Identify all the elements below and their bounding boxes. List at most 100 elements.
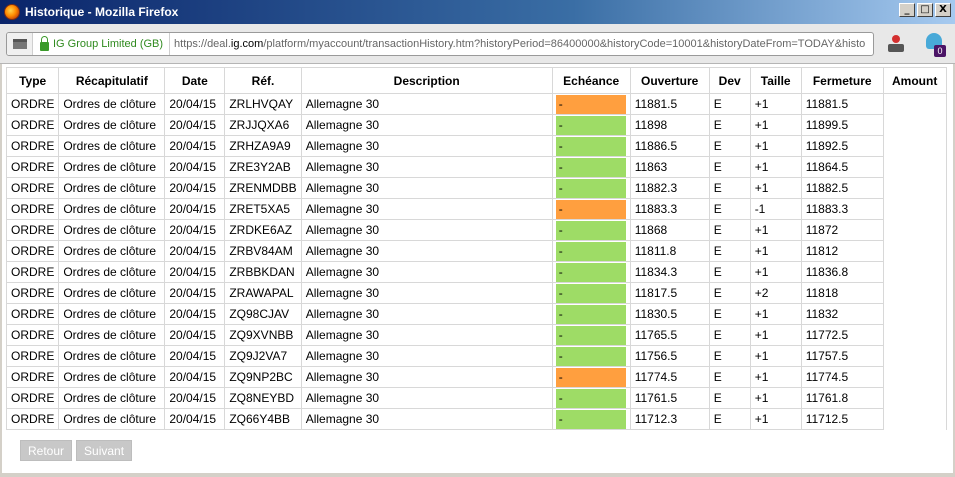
cell-recap: Ordres de clôture xyxy=(58,303,166,325)
cell-ref: ZRBBKDAN xyxy=(224,261,302,283)
echeance-value: - xyxy=(555,220,626,240)
column-header: Fermeture xyxy=(800,67,884,94)
cell-taille: +1 xyxy=(749,114,802,136)
table-row: ORDRE Ordres de clôture 20/04/15 ZRHZA9A9 Al… xyxy=(5,135,947,157)
cell-recap: Ordres de clôture xyxy=(58,366,166,388)
echeance-status-cell: - xyxy=(551,177,631,199)
cell-amount xyxy=(882,408,947,430)
cell-recap: Ordres de clôture xyxy=(58,345,166,367)
column-header: Récapitulatif xyxy=(58,67,166,94)
cell-amount xyxy=(882,240,947,262)
previous-button[interactable]: Retour xyxy=(20,440,73,461)
cell-ouv: 11898 xyxy=(629,114,710,136)
addon-dot-icon xyxy=(892,35,900,43)
cell-date: 20/04/15 xyxy=(164,282,226,304)
table-row: ORDRE Ordres de clôture 20/04/15 ZRET5XA5 Al… xyxy=(5,198,947,220)
table-row: ORDRE Ordres de clôture 20/04/15 ZRDKE6AZ Al… xyxy=(5,219,947,241)
cell-dev: E xyxy=(708,177,751,199)
echeance-value: - xyxy=(555,115,626,135)
echeance-status-cell: - xyxy=(551,345,631,367)
cell-date: 20/04/15 xyxy=(164,261,226,283)
table-row: ORDRE Ordres de clôture 20/04/15 ZRJJQXA6 Al… xyxy=(5,114,947,136)
cell-ferm: 11872 xyxy=(800,219,884,241)
echeance-value: - xyxy=(555,157,626,177)
site-identity[interactable]: IG Group Limited (GB) xyxy=(53,33,171,55)
cell-amount xyxy=(882,366,947,388)
cell-amount xyxy=(882,114,947,136)
column-header: Date xyxy=(164,67,226,94)
cell-date: 20/04/15 xyxy=(164,408,226,430)
echeance-value: - xyxy=(555,241,626,261)
cell-dev: E xyxy=(708,219,751,241)
cell-recap: Ordres de clôture xyxy=(58,198,166,220)
cell-recap: Ordres de clôture xyxy=(58,387,166,409)
cell-ferm: 11864.5 xyxy=(800,156,884,178)
cell-ref: ZRET5XA5 xyxy=(224,198,302,220)
cell-desc: Allemagne 30 xyxy=(300,345,553,367)
window-bottom-border xyxy=(0,473,955,477)
cell-ouv: 11882.3 xyxy=(629,177,710,199)
ghostery-button[interactable]: 0 xyxy=(924,33,946,57)
maximize-button[interactable]: □ xyxy=(917,3,933,17)
cell-ouv: 11883.3 xyxy=(629,198,710,220)
cell-taille: +1 xyxy=(749,303,802,325)
cell-dev: E xyxy=(708,198,751,220)
cell-dev: E xyxy=(708,387,751,409)
cell-taille: +1 xyxy=(749,156,802,178)
cell-date: 20/04/15 xyxy=(164,324,226,346)
table-row: ORDRE Ordres de clôture 20/04/15 ZQ66Y4BB Al… xyxy=(5,408,947,430)
cell-type: ORDRE xyxy=(5,135,60,157)
echeance-status-cell: - xyxy=(551,324,631,346)
echeance-status-cell: - xyxy=(551,93,631,115)
column-header: Dev xyxy=(708,67,751,94)
page-info-button[interactable] xyxy=(7,33,33,55)
cell-amount xyxy=(882,177,947,199)
firefox-icon xyxy=(4,4,20,20)
cell-date: 20/04/15 xyxy=(164,198,226,220)
cell-type: ORDRE xyxy=(5,156,60,178)
pagination: Retour Suivant xyxy=(20,440,133,461)
cell-taille: +1 xyxy=(749,219,802,241)
cell-date: 20/04/15 xyxy=(164,156,226,178)
cell-ferm: 11757.5 xyxy=(800,345,884,367)
minimize-button[interactable]: _ xyxy=(899,3,915,17)
next-button[interactable]: Suivant xyxy=(76,440,133,461)
cell-dev: E xyxy=(708,114,751,136)
cell-ouv: 11712.3 xyxy=(629,408,710,430)
cell-desc: Allemagne 30 xyxy=(300,240,553,262)
echeance-value: - xyxy=(555,304,626,324)
column-header: Taille xyxy=(749,67,802,94)
cell-date: 20/04/15 xyxy=(164,240,226,262)
url-text[interactable]: https://deal.ig.com/platform/myaccount/t… xyxy=(170,38,865,50)
transaction-history-table: Type Récapitulatif Date Réf. Description Eché… xyxy=(5,67,947,430)
cell-ouv: 11756.5 xyxy=(629,345,710,367)
cell-desc: Allemagne 30 xyxy=(300,135,553,157)
lock-icon xyxy=(40,35,49,51)
navigation-toolbar: IG Group Limited (GB) https://deal.ig.co… xyxy=(0,24,955,64)
cell-date: 20/04/15 xyxy=(164,219,226,241)
cell-recap: Ordres de clôture xyxy=(58,114,166,136)
url-bar[interactable]: IG Group Limited (GB) https://deal.ig.co… xyxy=(6,32,874,56)
echeance-value: - xyxy=(555,94,626,114)
addon-toolbar-button[interactable] xyxy=(888,35,904,53)
close-button[interactable]: X xyxy=(935,3,951,17)
cell-ouv: 11881.5 xyxy=(629,93,710,115)
cell-ferm: 11836.8 xyxy=(800,261,884,283)
cell-amount xyxy=(882,303,947,325)
cell-recap: Ordres de clôture xyxy=(58,177,166,199)
cell-ferm: 11892.5 xyxy=(800,135,884,157)
cell-taille: +1 xyxy=(749,345,802,367)
cell-ref: ZQ9NP2BC xyxy=(224,366,302,388)
column-header: Ouverture xyxy=(629,67,710,94)
cell-ref: ZQ9XVNBB xyxy=(224,324,302,346)
cell-type: ORDRE xyxy=(5,114,60,136)
page-content: Type Récapitulatif Date Réf. Description Eché… xyxy=(2,64,953,473)
cell-type: ORDRE xyxy=(5,198,60,220)
cell-dev: E xyxy=(708,135,751,157)
cell-type: ORDRE xyxy=(5,219,60,241)
cell-desc: Allemagne 30 xyxy=(300,156,553,178)
cell-ref: ZRHZA9A9 xyxy=(224,135,302,157)
cell-amount xyxy=(882,324,947,346)
cell-amount xyxy=(882,156,947,178)
cell-taille: +1 xyxy=(749,324,802,346)
